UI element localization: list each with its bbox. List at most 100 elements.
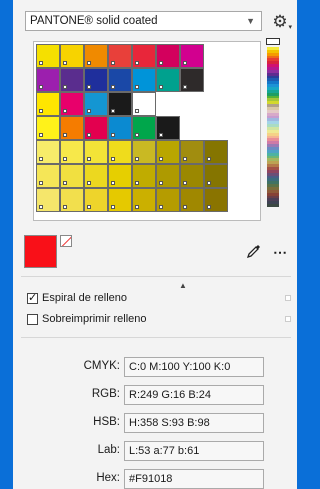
- color-strip-position-indicator[interactable]: [266, 38, 280, 45]
- spot-color-marker-icon: [183, 85, 187, 89]
- spot-color-marker-icon: [87, 181, 91, 185]
- more-options-icon[interactable]: ⋯: [273, 244, 288, 261]
- color-swatch[interactable]: [156, 140, 180, 164]
- spot-color-marker-icon: [87, 205, 91, 209]
- palette-toolbar: PANTONE® solid coated ▼ ⚙ ▾: [25, 9, 297, 35]
- lab-value-field[interactable]: L:53 a:77 b:61: [124, 441, 264, 461]
- color-swatch[interactable]: [180, 164, 204, 188]
- cmyk-value-field[interactable]: C:0 M:100 Y:100 K:0: [124, 357, 264, 377]
- spot-color-marker-icon: [39, 205, 43, 209]
- spot-color-marker-icon: [159, 181, 163, 185]
- color-swatch[interactable]: [180, 140, 204, 164]
- spot-color-marker-icon: [111, 205, 115, 209]
- color-swatch[interactable]: [60, 44, 84, 68]
- spot-color-marker-icon: [39, 157, 43, 161]
- color-swatch[interactable]: [108, 68, 132, 92]
- color-swatch[interactable]: [60, 92, 84, 116]
- spot-color-marker-icon: [87, 85, 91, 89]
- gear-icon: ⚙: [272, 11, 288, 31]
- color-swatch[interactable]: [108, 188, 132, 212]
- strip-color-swatch[interactable]: [267, 204, 279, 208]
- overprint-fill-label: Sobreimprimir relleno: [42, 313, 147, 325]
- color-palette-panel: PANTONE® solid coated ▼ ⚙ ▾ ⋯ ▲ Espiral …: [13, 0, 297, 489]
- spot-color-marker-icon: [63, 85, 67, 89]
- cmyk-row: CMYK: C:0 M:100 Y:100 K:0: [13, 357, 297, 377]
- color-swatch[interactable]: [60, 188, 84, 212]
- overprint-fill-option[interactable]: Sobreimprimir relleno: [27, 311, 147, 327]
- hsb-label: HSB:: [93, 416, 120, 428]
- spot-color-marker-icon: [87, 133, 91, 137]
- color-strip-scroller[interactable]: [266, 38, 280, 208]
- color-swatch[interactable]: [36, 116, 60, 140]
- color-swatch[interactable]: [204, 188, 228, 212]
- color-swatch[interactable]: [84, 44, 108, 68]
- palette-options-button[interactable]: ⚙ ▾: [268, 9, 292, 33]
- fill-spiral-option[interactable]: Espiral de relleno: [27, 290, 127, 306]
- color-swatch[interactable]: [60, 116, 84, 140]
- spot-color-marker-icon: [159, 85, 163, 89]
- color-swatch[interactable]: [132, 44, 156, 68]
- color-swatch[interactable]: [84, 140, 108, 164]
- color-swatch[interactable]: [156, 68, 180, 92]
- color-swatch[interactable]: [84, 164, 108, 188]
- color-swatch[interactable]: [36, 140, 60, 164]
- color-swatch[interactable]: [132, 188, 156, 212]
- color-swatch[interactable]: [156, 44, 180, 68]
- spot-color-marker-icon: [207, 205, 211, 209]
- color-swatch[interactable]: [156, 164, 180, 188]
- color-swatch[interactable]: [132, 92, 156, 116]
- color-swatch[interactable]: [84, 68, 108, 92]
- overprint-fill-checkbox[interactable]: [27, 313, 38, 325]
- color-swatch[interactable]: [36, 92, 60, 116]
- color-swatch[interactable]: [36, 188, 60, 212]
- color-swatch[interactable]: [180, 44, 204, 68]
- hsb-value-field[interactable]: H:358 S:93 B:98: [124, 413, 264, 433]
- rgb-label: RGB:: [91, 388, 120, 400]
- eyedropper-icon[interactable]: [246, 243, 262, 259]
- lab-label: Lab:: [97, 444, 120, 456]
- spot-color-marker-icon: [111, 157, 115, 161]
- spot-color-marker-icon: [207, 157, 211, 161]
- option-indicator: [285, 316, 291, 322]
- color-swatch[interactable]: [132, 116, 156, 140]
- color-swatch[interactable]: [60, 140, 84, 164]
- fill-spiral-checkbox[interactable]: [27, 291, 38, 304]
- palette-selector[interactable]: PANTONE® solid coated ▼: [25, 11, 262, 31]
- hex-value-field[interactable]: #F91018: [124, 469, 264, 489]
- color-swatch[interactable]: [132, 68, 156, 92]
- color-swatch[interactable]: [156, 188, 180, 212]
- color-swatch[interactable]: [60, 164, 84, 188]
- color-swatch[interactable]: [108, 116, 132, 140]
- spot-color-marker-icon: [207, 181, 211, 185]
- color-swatch[interactable]: [180, 68, 204, 92]
- color-swatch[interactable]: [60, 68, 84, 92]
- current-fill-color[interactable]: [24, 235, 57, 268]
- color-swatch[interactable]: [108, 140, 132, 164]
- color-swatch[interactable]: [108, 164, 132, 188]
- color-swatch[interactable]: [132, 164, 156, 188]
- rgb-value-field[interactable]: R:249 G:16 B:24: [124, 385, 264, 405]
- color-swatch[interactable]: [204, 140, 228, 164]
- color-swatch[interactable]: [204, 164, 228, 188]
- spot-color-marker-icon: [63, 133, 67, 137]
- color-swatch[interactable]: [84, 188, 108, 212]
- color-swatch[interactable]: [156, 116, 180, 140]
- rgb-row: RGB: R:249 G:16 B:24: [13, 385, 297, 405]
- color-swatch[interactable]: [108, 44, 132, 68]
- spot-color-marker-icon: [39, 109, 43, 113]
- color-swatch[interactable]: [84, 116, 108, 140]
- color-swatch[interactable]: [108, 92, 132, 116]
- spot-color-marker-icon: [39, 61, 43, 65]
- color-swatch[interactable]: [84, 92, 108, 116]
- spot-color-marker-icon: [159, 157, 163, 161]
- color-swatch[interactable]: [36, 164, 60, 188]
- spot-color-marker-icon: [87, 109, 91, 113]
- collapse-caret-icon[interactable]: ▲: [179, 281, 187, 290]
- spot-color-marker-icon: [159, 205, 163, 209]
- color-swatch[interactable]: [180, 188, 204, 212]
- color-swatch[interactable]: [36, 44, 60, 68]
- no-color-swatch[interactable]: [60, 235, 72, 247]
- color-swatch[interactable]: [132, 140, 156, 164]
- color-swatch[interactable]: [36, 68, 60, 92]
- spot-color-marker-icon: [111, 85, 115, 89]
